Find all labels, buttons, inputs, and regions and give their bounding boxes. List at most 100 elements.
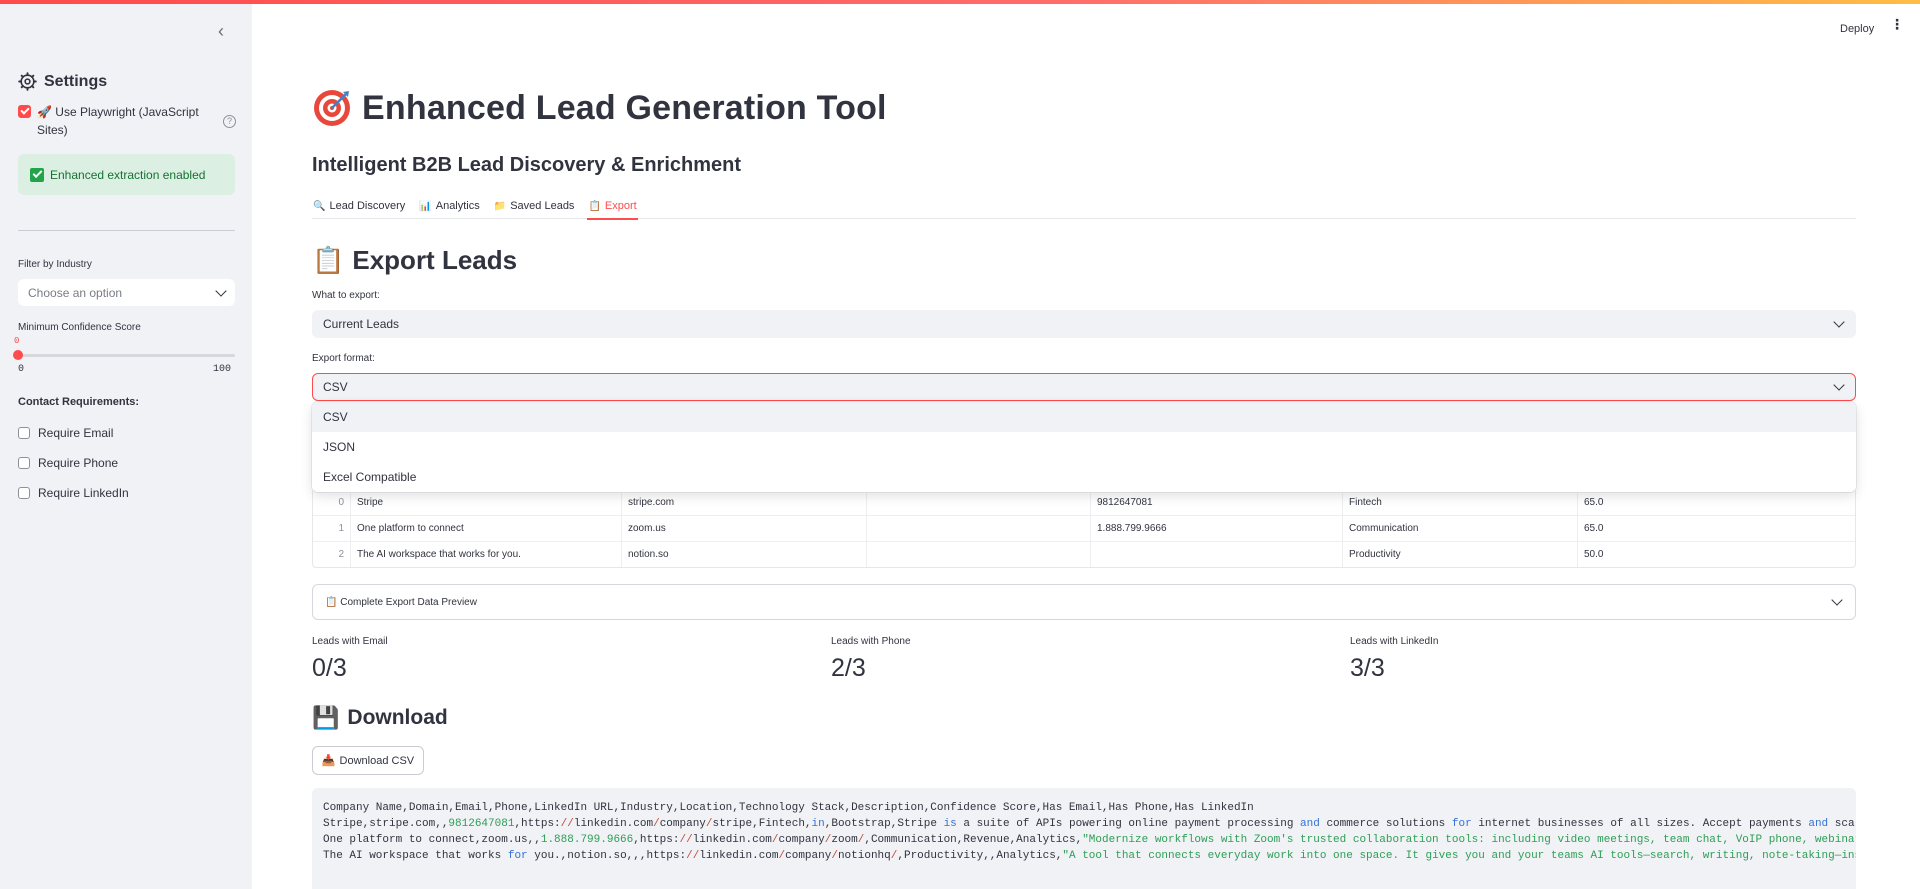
settings-title: Settings <box>44 72 108 90</box>
score-cell[interactable]: 50.0 <box>1577 542 1855 567</box>
require-email-checkbox[interactable] <box>18 427 30 439</box>
domain-cell[interactable]: zoom.us <box>621 516 866 541</box>
row-index: 1 <box>338 523 344 534</box>
code-line: Stripe,stripe.com,,9812647081,https://li… <box>323 818 1856 830</box>
metric-email: Leads with Email 0/3 <box>312 636 388 683</box>
format-option-csv[interactable]: CSV <box>312 402 1856 432</box>
require-email-row[interactable]: Require Email <box>18 426 113 440</box>
tab-export[interactable]: 📋 Export <box>587 193 638 220</box>
row-index: 0 <box>338 496 344 508</box>
metric-label: Leads with Phone <box>831 636 911 647</box>
score-cell[interactable]: 65.0 <box>1577 516 1855 541</box>
bar-chart-icon: 📊 <box>419 200 432 212</box>
company-name-cell[interactable]: Stripe <box>350 489 621 515</box>
help-icon[interactable]: ? <box>223 115 236 128</box>
domain-cell[interactable]: notion.so <box>621 542 866 567</box>
score-cell[interactable]: 65.0 <box>1577 489 1855 515</box>
magnifier-icon: 🔍 <box>313 200 326 212</box>
page-subtitle: Intelligent B2B Lead Discovery & Enrichm… <box>312 154 741 176</box>
success-alert: Enhanced extraction enabled <box>18 154 235 195</box>
slider-min-label: 0 <box>18 364 25 375</box>
chevron-down-icon <box>1833 379 1845 391</box>
tab-saved-leads[interactable]: 📁 Saved Leads <box>493 193 576 219</box>
require-phone-checkbox[interactable] <box>18 457 30 469</box>
chevron-down-icon <box>215 284 227 297</box>
what-to-export-value: Current Leads <box>323 317 400 331</box>
domain-cell[interactable]: stripe.com <box>621 489 866 515</box>
confidence-slider-handle[interactable] <box>13 350 23 360</box>
phone-cell[interactable] <box>1090 542 1342 567</box>
download-heading-text: Download <box>347 706 448 729</box>
csv-preview-code-block: Company Name,Domain,Email,Phone,LinkedIn… <box>312 788 1856 889</box>
check-mark-icon <box>30 167 44 182</box>
confidence-label: Minimum Confidence Score <box>18 322 141 333</box>
require-linkedin-row[interactable]: Require LinkedIn <box>18 486 129 500</box>
sidebar: ‹ Settings 🚀 Use Playwright (JavaScript … <box>0 0 252 889</box>
slider-max-label: 100 <box>213 364 232 375</box>
industry-cell[interactable]: Communication <box>1342 516 1577 541</box>
metric-label: Leads with LinkedIn <box>1350 636 1439 647</box>
require-linkedin-label: Require LinkedIn <box>38 486 129 500</box>
email-cell[interactable] <box>866 489 1090 515</box>
industry-select[interactable]: Choose an option <box>18 279 235 306</box>
download-csv-button[interactable]: 📥 Download CSV <box>312 746 424 775</box>
export-format-dropdown: CSV JSON Excel Compatible <box>312 402 1856 492</box>
playwright-checkbox-row[interactable]: 🚀 Use Playwright (JavaScript Sites) ? <box>18 105 236 139</box>
expander-label-text: Complete Export Data Preview <box>340 596 477 608</box>
main-menu-icon[interactable]: ⋮ <box>1890 17 1904 31</box>
clipboard-icon: 📋 <box>312 245 345 275</box>
download-button-label: Download CSV <box>339 754 415 767</box>
export-format-value: CSV <box>323 380 348 394</box>
clipboard-icon: 📋 <box>588 200 601 212</box>
chevron-down-icon <box>1833 316 1845 328</box>
require-linkedin-checkbox[interactable] <box>18 487 30 499</box>
company-name-cell[interactable]: One platform to connect <box>350 516 621 541</box>
deploy-button[interactable]: Deploy <box>1840 23 1874 35</box>
download-tray-icon: 📥 <box>321 755 336 767</box>
floppy-disk-icon: 💾 <box>312 705 340 730</box>
playwright-checkbox[interactable] <box>18 105 31 118</box>
industry-cell[interactable]: Productivity <box>1342 542 1577 567</box>
clipboard-icon: 📋 <box>325 596 338 608</box>
format-option-json[interactable]: JSON <box>312 432 1856 462</box>
chevron-down-icon <box>1831 594 1843 606</box>
company-name-cell[interactable]: The AI workspace that works for you. <box>350 542 621 567</box>
confidence-slider-track[interactable] <box>18 354 235 357</box>
export-preview-expander[interactable]: 📋 Complete Export Data Preview <box>312 584 1856 620</box>
tab-label: Lead Discovery <box>329 200 406 212</box>
industry-cell[interactable]: Fintech <box>1342 489 1577 515</box>
code-line: The AI workspace that works for you.,not… <box>323 850 1856 862</box>
metric-value: 2/3 <box>831 654 866 682</box>
export-format-select[interactable]: CSV <box>312 373 1856 401</box>
table-row: 0 Stripe stripe.com 9812647081 Fintech 6… <box>313 489 1855 515</box>
download-heading: 💾 Download <box>312 705 448 731</box>
tab-bar: 🔍 Lead Discovery 📊 Analytics 📁 Saved Lea… <box>312 193 1856 220</box>
require-email-label: Require Email <box>38 426 114 440</box>
tab-lead-discovery[interactable]: 🔍 Lead Discovery <box>312 193 406 219</box>
phone-cell[interactable]: 1.888.799.9666 <box>1090 516 1342 541</box>
metric-label: Leads with Email <box>312 636 388 647</box>
table-row: 1 One platform to connect zoom.us 1.888.… <box>313 515 1855 541</box>
settings-header: Settings <box>18 72 107 91</box>
require-phone-label: Require Phone <box>38 456 119 470</box>
format-option-excel[interactable]: Excel Compatible <box>312 462 1856 492</box>
collapse-sidebar-icon[interactable]: ‹ <box>212 22 230 40</box>
email-cell[interactable] <box>866 542 1090 567</box>
sidebar-divider <box>18 230 235 231</box>
confidence-slider-value: 0 <box>14 336 20 346</box>
target-icon <box>314 90 350 126</box>
export-heading: 📋 Export Leads <box>312 245 517 276</box>
require-phone-row[interactable]: Require Phone <box>18 456 118 470</box>
what-to-export-select[interactable]: Current Leads <box>312 310 1856 338</box>
top-decoration-bar <box>0 0 1920 4</box>
phone-cell[interactable]: 9812647081 <box>1090 489 1342 515</box>
email-cell[interactable] <box>866 516 1090 541</box>
tab-analytics[interactable]: 📊 Analytics <box>418 193 480 219</box>
page-title: Enhanced Lead Generation Tool <box>362 88 887 127</box>
gear-icon <box>18 72 37 91</box>
what-to-export-label: What to export: <box>312 290 380 301</box>
export-format-label: Export format: <box>312 353 375 364</box>
table-row: 2 The AI workspace that works for you. n… <box>313 541 1855 567</box>
row-index: 2 <box>338 549 344 560</box>
tab-label: Analytics <box>435 200 480 212</box>
